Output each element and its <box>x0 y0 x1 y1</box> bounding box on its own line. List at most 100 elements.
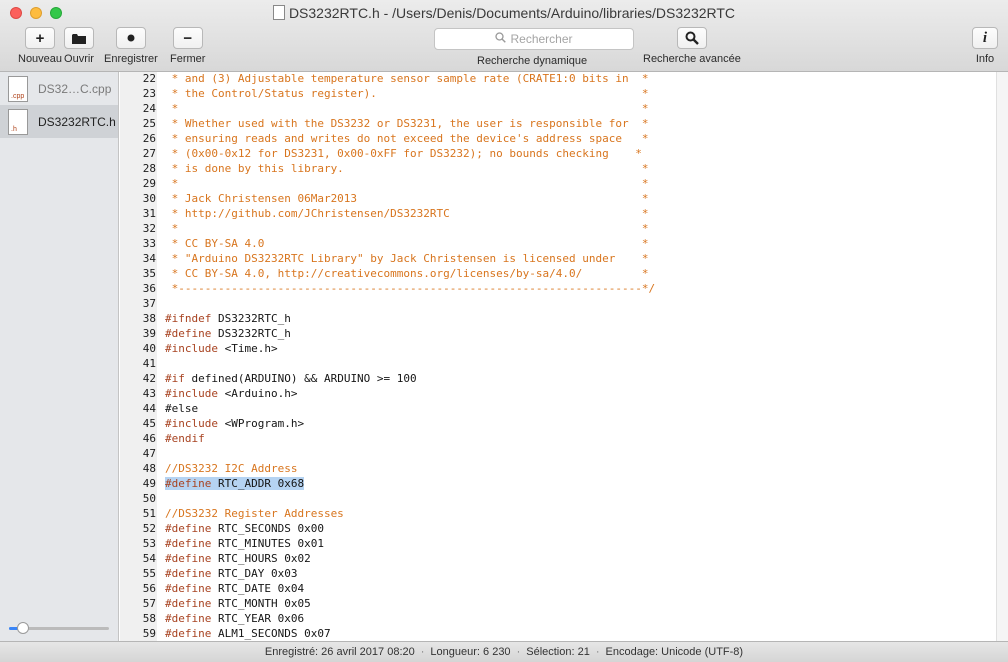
line-number: 37 <box>142 297 156 310</box>
code-editor[interactable]: 22 * and (3) Adjustable temperature sens… <box>120 72 996 641</box>
code-text: #define RTC_ADDR 0x68 <box>165 476 305 491</box>
folder-icon[interactable] <box>64 27 94 49</box>
file-sidebar: .cpp DS32…C.cpp .h DS3232RTC.h <box>0 72 119 641</box>
preprocessor-keyword: #include <box>165 342 218 355</box>
line-number: 49 <box>142 477 156 490</box>
title-bar: DS3232RTC.h - /Users/Denis/Documents/Ard… <box>0 0 1008 72</box>
preprocessor-keyword: #ifndef <box>165 312 212 325</box>
code-body: #else <box>165 402 199 415</box>
info-icon[interactable]: i <box>972 27 998 49</box>
code-body: RTC_ADDR 0x68 <box>211 477 305 490</box>
code-text: #define RTC_YEAR 0x06 <box>165 611 304 626</box>
preprocessor-keyword: #define <box>165 522 212 535</box>
comment-text: * * <box>165 222 649 235</box>
preprocessor-keyword: #endif <box>165 432 205 445</box>
minus-icon[interactable]: − <box>172 27 203 49</box>
open-tool[interactable]: Ouvrir <box>64 27 94 65</box>
close-tool[interactable]: − Fermer <box>170 27 205 65</box>
line-number: 53 <box>142 537 156 550</box>
save-tool[interactable]: Enregistrer <box>104 27 158 65</box>
advanced-search-tool[interactable]: Recherche avancée <box>643 27 741 65</box>
comment-text: *---------------------------------------… <box>165 282 656 295</box>
line-number: 29 <box>142 177 156 190</box>
code-body: <Arduino.h> <box>217 387 298 400</box>
code-text: * Jack Christensen 06Mar2013 * <box>165 191 649 206</box>
line-number: 47 <box>142 447 156 460</box>
sidebar-file-item[interactable]: .cpp DS32…C.cpp <box>0 72 118 105</box>
new-tool[interactable]: + Nouveau <box>18 27 62 65</box>
line-number: 24 <box>142 102 156 115</box>
preprocessor-keyword: #define <box>165 477 212 490</box>
code-text: #define ALM1_SECONDS 0x07 <box>165 626 331 641</box>
vertical-scrollbar[interactable] <box>996 72 1008 641</box>
line-number: 22 <box>142 72 156 85</box>
code-body: RTC_HOURS 0x02 <box>211 552 311 565</box>
code-text: #if defined(ARDUINO) && ARDUINO >= 100 <box>165 371 417 386</box>
code-text: #else <box>165 401 198 416</box>
comment-text: * http://github.com/JChristensen/DS3232R… <box>165 207 649 220</box>
line-number: 52 <box>142 522 156 535</box>
line-number: 48 <box>142 462 156 475</box>
code-text: * * <box>165 101 649 116</box>
line-number: 55 <box>142 567 156 580</box>
line-number: 27 <box>142 147 156 160</box>
line-number: 56 <box>142 582 156 595</box>
magnifier-icon[interactable] <box>676 27 707 49</box>
code-body: RTC_SECONDS 0x00 <box>211 522 324 535</box>
document-icon <box>272 5 285 20</box>
line-number: 44 <box>142 402 156 415</box>
code-text: * "Arduino DS3232RTC Library" by Jack Ch… <box>165 251 649 266</box>
line-number: 34 <box>142 252 156 265</box>
status-saved: Enregistré: 26 avril 2017 08:20 <box>264 646 415 658</box>
new-label: Nouveau <box>18 53 63 65</box>
code-body: DS3232RTC_h <box>211 312 291 325</box>
search-field[interactable]: Rechercher <box>434 28 634 50</box>
search-icon <box>495 32 507 46</box>
line-number: 36 <box>142 282 156 295</box>
code-body: RTC_YEAR 0x06 <box>211 612 305 625</box>
save-label: Enregistrer <box>104 53 158 65</box>
info-tool[interactable]: i Info <box>972 27 998 65</box>
plus-icon[interactable]: + <box>25 27 56 49</box>
comment-text: * the Control/Status register). * <box>165 87 649 100</box>
sidebar-file-item[interactable]: .h DS3232RTC.h <box>0 105 118 138</box>
line-number: 28 <box>142 162 156 175</box>
line-number: 38 <box>142 312 156 325</box>
source-file-icon: .cpp <box>8 75 28 102</box>
line-number: 31 <box>142 207 156 220</box>
sidebar-file-name: DS32…C.cpp <box>38 81 112 96</box>
code-text: #endif <box>165 431 205 446</box>
code-text: * * <box>165 176 649 191</box>
code-text: * * <box>165 221 649 236</box>
code-body: RTC_MONTH 0x05 <box>211 597 311 610</box>
zoom-slider[interactable] <box>9 622 109 634</box>
sidebar-file-name: DS3232RTC.h <box>38 114 116 129</box>
dynamic-search[interactable]: Recherche dynamique <box>477 55 587 67</box>
preprocessor-keyword: #define <box>165 582 212 595</box>
zoom-slider-knob[interactable] <box>17 622 29 634</box>
code-text: * is done by this library. * <box>165 161 649 176</box>
status-separator: · <box>420 646 425 658</box>
code-body: RTC_MINUTES 0x01 <box>211 537 324 550</box>
line-number: 54 <box>142 552 156 565</box>
code-text: * (0x00-0x12 for DS3231, 0x00-0xFF for D… <box>165 146 642 161</box>
code-text: #define RTC_DAY 0x03 <box>165 566 297 581</box>
code-text: *---------------------------------------… <box>165 281 655 296</box>
code-text: #define RTC_MONTH 0x05 <box>165 596 311 611</box>
status-selection: Sélection: 21 <box>526 646 590 658</box>
save-dot-icon[interactable] <box>115 27 146 49</box>
preprocessor-keyword: #if <box>165 372 185 385</box>
code-text: #ifndef DS3232RTC_h <box>165 311 291 326</box>
line-number: 46 <box>142 432 156 445</box>
comment-text: //DS3232 Register Addresses <box>165 507 344 520</box>
preprocessor-keyword: #define <box>165 612 212 625</box>
code-text: * CC BY-SA 4.0, http://creativecommons.o… <box>165 266 649 281</box>
line-number: 43 <box>142 387 156 400</box>
preprocessor-keyword: #define <box>165 627 212 640</box>
open-label: Ouvrir <box>64 53 94 65</box>
line-number: 35 <box>142 267 156 280</box>
code-text: #include <Arduino.h> <box>165 386 297 401</box>
comment-text: * ensuring reads and writes do not excee… <box>165 132 649 145</box>
code-text: * the Control/Status register). * <box>165 86 649 101</box>
line-number: 39 <box>142 327 156 340</box>
